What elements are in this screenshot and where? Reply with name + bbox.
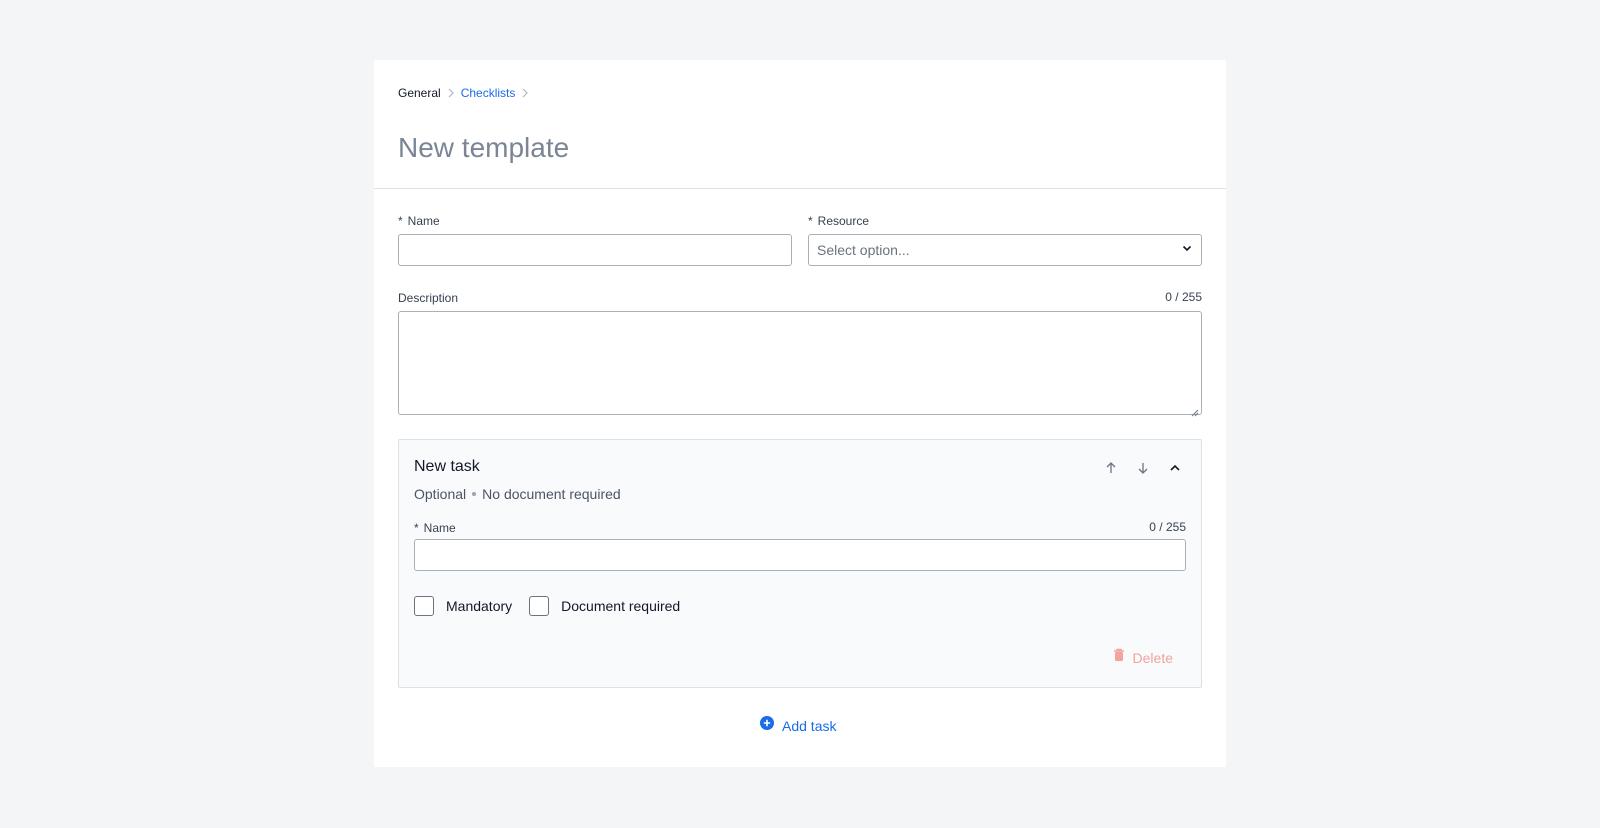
resource-select-placeholder: Select option... bbox=[817, 242, 910, 258]
plus-circle-icon bbox=[760, 716, 774, 735]
breadcrumb-item-checklists[interactable]: Checklists bbox=[461, 85, 516, 101]
resize-grip-icon[interactable] bbox=[1191, 404, 1199, 417]
arrow-up-icon bbox=[1106, 462, 1116, 473]
task-card: New task Optional No document required *… bbox=[398, 439, 1202, 688]
mandatory-label[interactable]: Mandatory bbox=[446, 596, 512, 616]
template-form-card: General Checklists New template * Name * R… bbox=[374, 60, 1226, 767]
task-name-input[interactable] bbox=[414, 539, 1186, 571]
page-header: General Checklists New template bbox=[374, 60, 1226, 189]
description-label: Description bbox=[398, 291, 459, 305]
separator-dot bbox=[472, 492, 477, 496]
task-actions bbox=[1099, 456, 1187, 480]
document-required-checkbox[interactable] bbox=[529, 596, 550, 616]
collapse-button[interactable] bbox=[1163, 456, 1187, 480]
document-required-label[interactable]: Document required bbox=[561, 596, 680, 616]
task-name-label: * Name bbox=[414, 520, 456, 536]
move-up-button[interactable] bbox=[1099, 456, 1123, 480]
task-title: New task bbox=[414, 458, 480, 475]
required-marker: * bbox=[414, 521, 419, 535]
delete-label: Delete bbox=[1132, 649, 1173, 666]
arrow-down-icon bbox=[1138, 463, 1148, 474]
description-field: Description 0 / 255 bbox=[398, 290, 1202, 417]
breadcrumb: General Checklists bbox=[398, 85, 535, 101]
task-meta: Optional No document required bbox=[414, 485, 621, 503]
chevron-up-icon bbox=[1170, 464, 1180, 471]
resource-select[interactable]: Select option... bbox=[808, 234, 1202, 266]
resource-label-text: Resource bbox=[817, 214, 870, 228]
required-marker: * bbox=[808, 214, 813, 228]
chevron-down-icon bbox=[1181, 241, 1193, 259]
move-down-button[interactable] bbox=[1131, 456, 1155, 480]
resource-field: * Resource Select option... bbox=[808, 213, 1202, 266]
name-input[interactable] bbox=[398, 234, 792, 266]
page-title: New template bbox=[398, 132, 570, 163]
breadcrumb-item-general[interactable]: General bbox=[398, 85, 441, 101]
resource-label: * Resource bbox=[808, 213, 1202, 229]
task-name-counter: 0 / 255 bbox=[1149, 520, 1186, 534]
mandatory-checkbox[interactable] bbox=[414, 596, 434, 616]
name-field: * Name bbox=[398, 213, 792, 266]
task-options: Mandatory Document required bbox=[414, 596, 697, 616]
description-textarea[interactable] bbox=[398, 311, 1202, 417]
task-name-label-text: Name bbox=[423, 521, 456, 535]
chevron-right-icon bbox=[441, 88, 461, 98]
name-label: * Name bbox=[398, 213, 792, 229]
add-task-button[interactable]: Add task bbox=[760, 716, 836, 735]
task-name-label-row: * Name 0 / 255 bbox=[414, 520, 1186, 536]
description-counter: 0 / 255 bbox=[1165, 290, 1202, 304]
task-meta-optional: Optional bbox=[414, 486, 467, 502]
trash-icon bbox=[1113, 648, 1125, 667]
delete-task-button[interactable]: Delete bbox=[1113, 648, 1173, 667]
name-label-text: Name bbox=[407, 214, 440, 228]
required-marker: * bbox=[398, 214, 403, 228]
task-meta-document: No document required bbox=[482, 486, 621, 502]
add-task-label: Add task bbox=[782, 717, 837, 734]
chevron-right-icon bbox=[515, 88, 535, 98]
